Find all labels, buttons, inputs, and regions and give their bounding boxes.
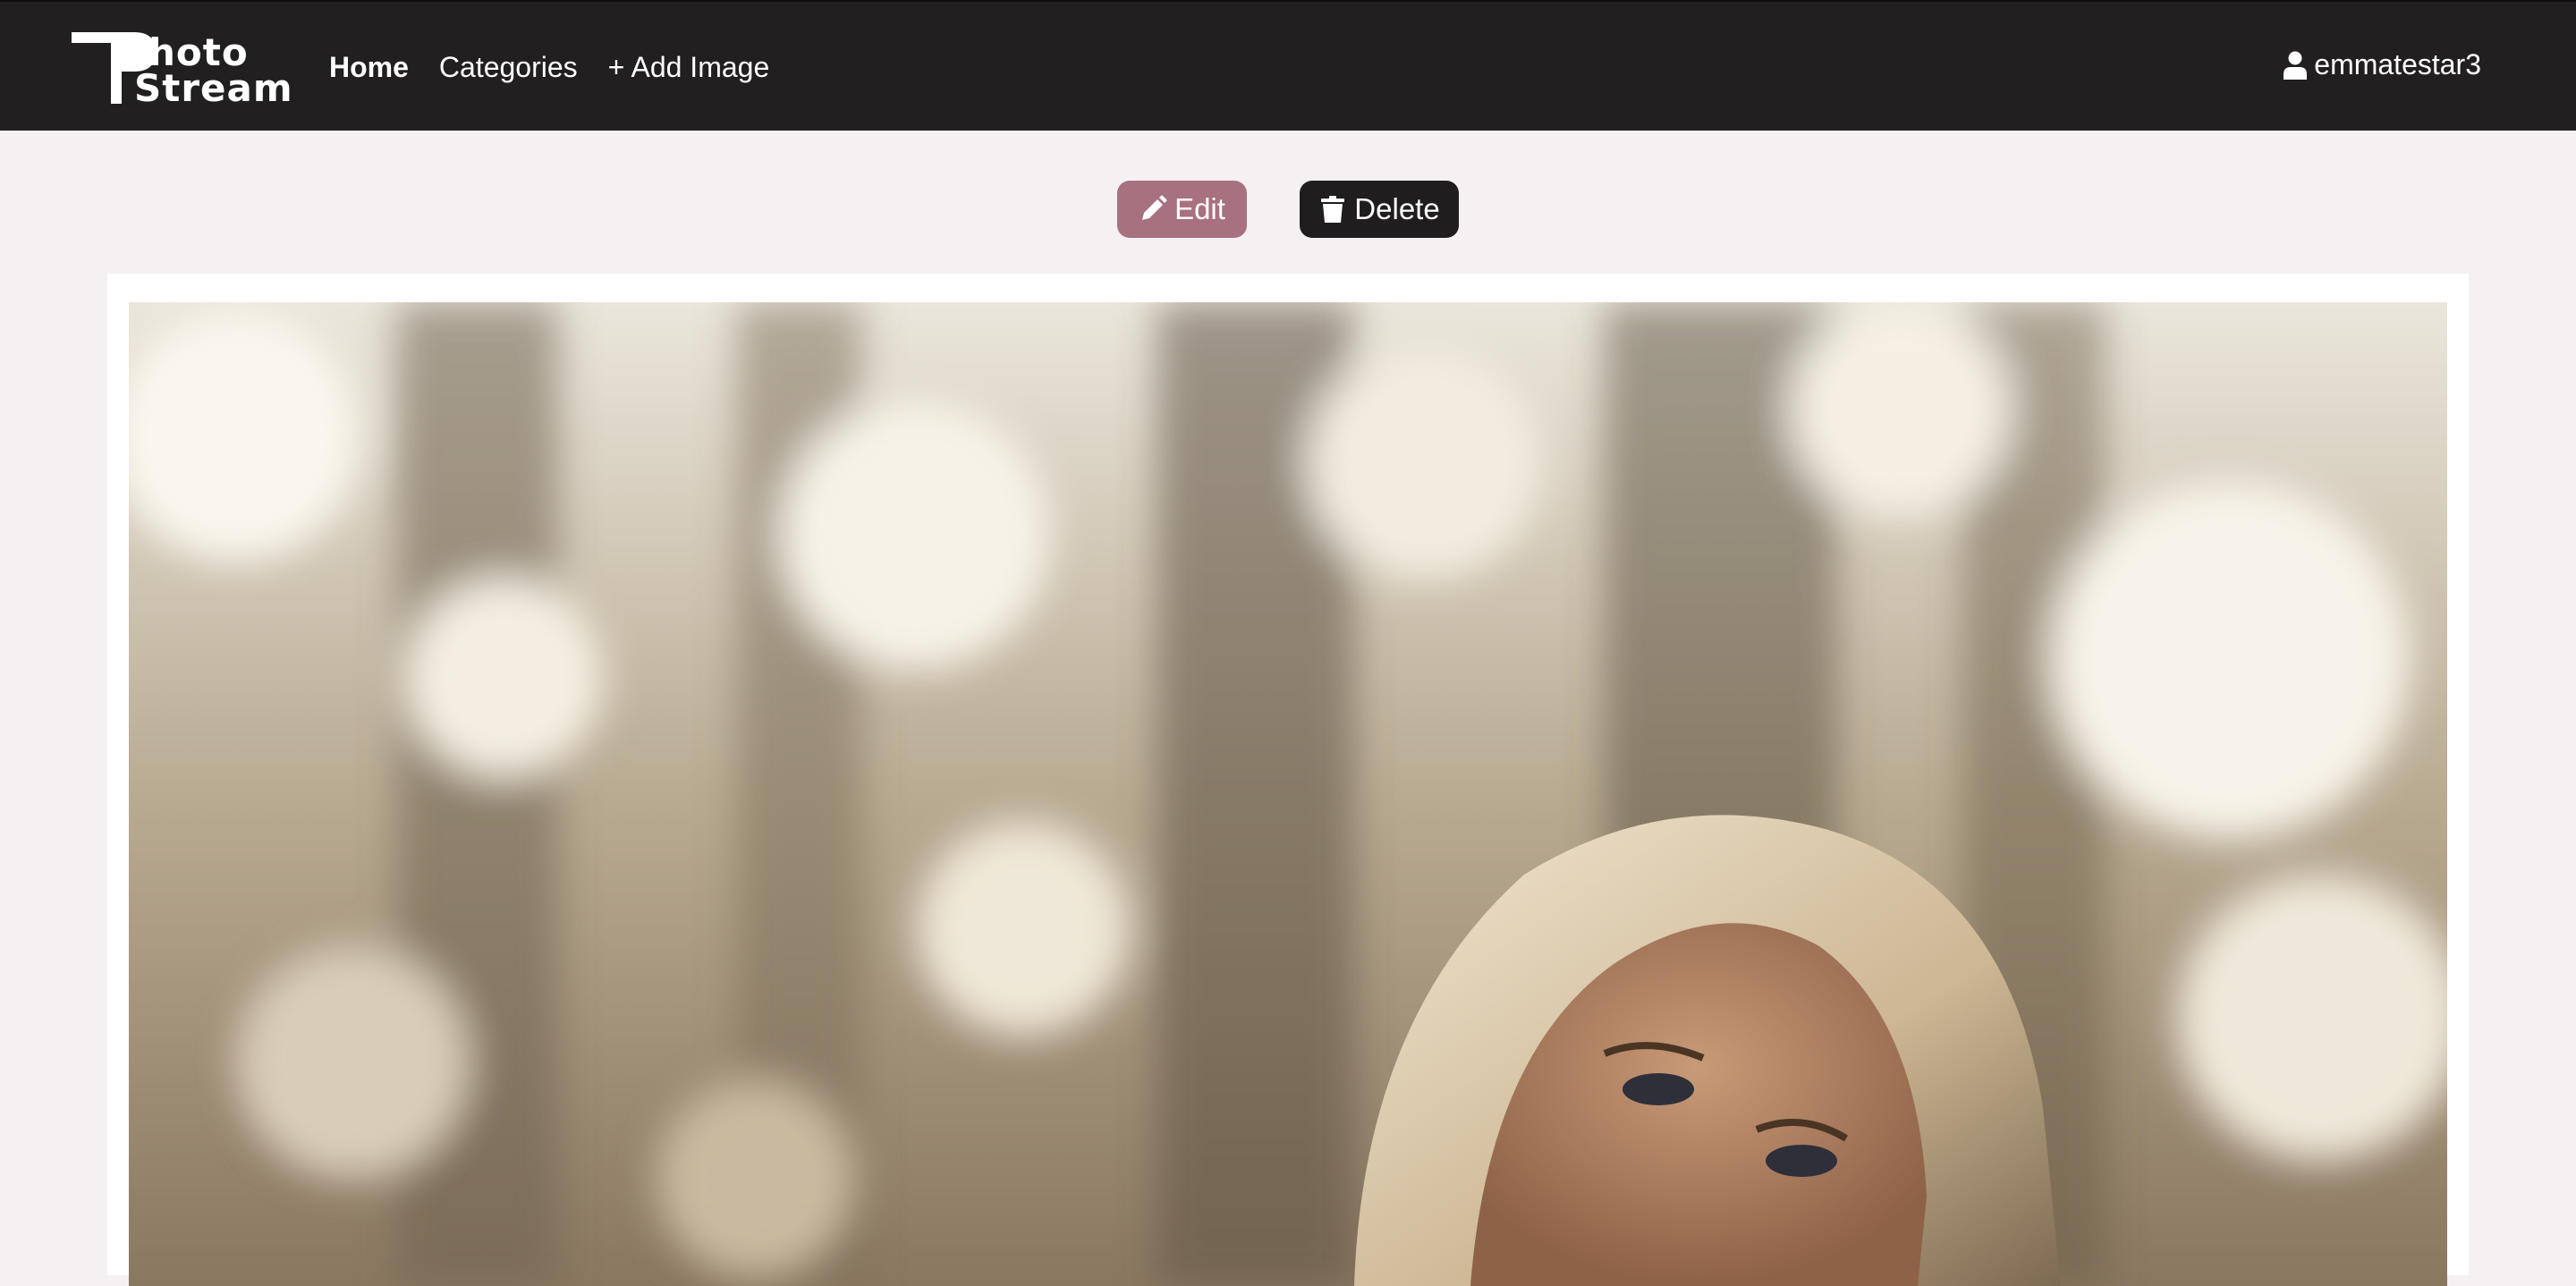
image-actions: Edit Delete [0, 181, 2576, 238]
brand-logo[interactable]: hoto Stream [72, 30, 292, 110]
user-menu[interactable]: emmatestar3 [2284, 48, 2481, 81]
nav-categories-link[interactable]: Categories [439, 47, 578, 88]
top-navbar: hoto Stream Home Categories + Add Image … [0, 0, 2576, 131]
brand-text-line2: Stream [134, 66, 293, 110]
image-card [107, 274, 2469, 1286]
username: emmatestar3 [2314, 48, 2481, 80]
user-icon [2284, 51, 2308, 80]
nav-links: Home Categories + Add Image [329, 47, 800, 88]
delete-button[interactable]: Delete [1300, 181, 1459, 238]
nav-home-link[interactable]: Home [329, 47, 409, 88]
photo-placeholder [129, 302, 2447, 1286]
nav-add-image-link[interactable]: + Add Image [608, 47, 770, 88]
featured-photo [129, 302, 2447, 1286]
pencil-icon [1142, 195, 1167, 220]
trash-icon [1321, 196, 1345, 223]
delete-label: Delete [1354, 192, 1440, 225]
edit-label: Edit [1174, 192, 1225, 225]
edit-button[interactable]: Edit [1117, 181, 1247, 238]
